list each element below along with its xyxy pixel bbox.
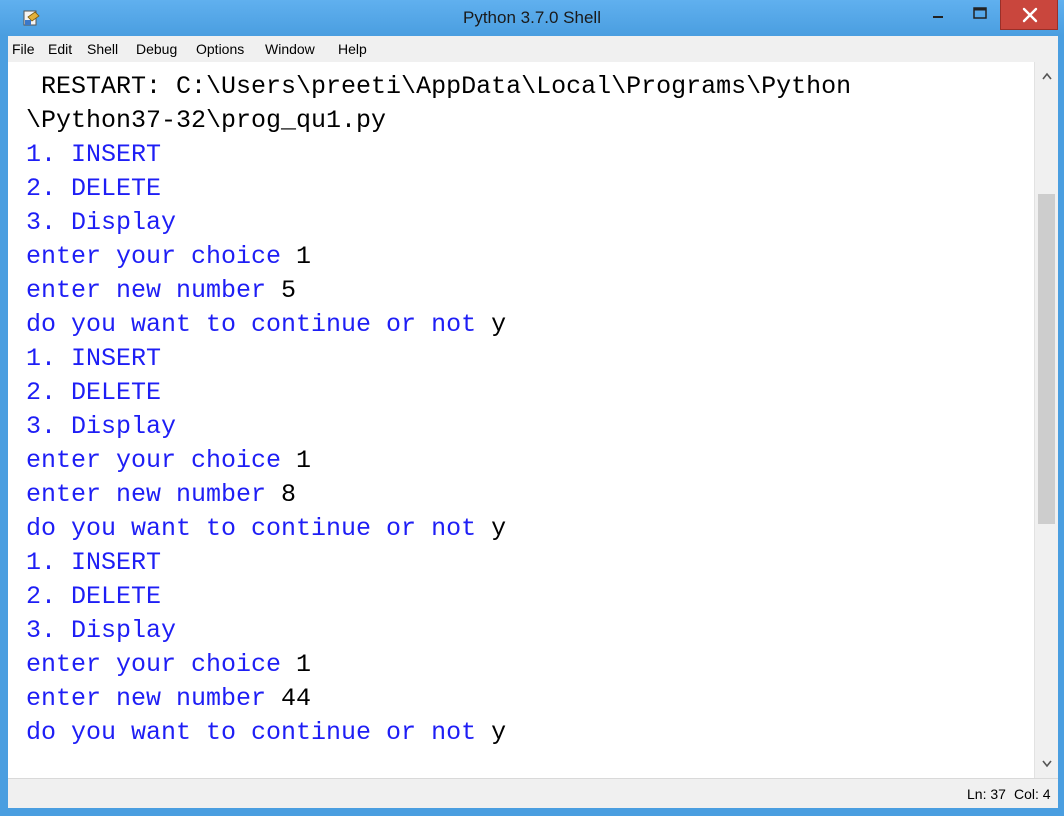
shell-line: enter your choice 1 — [26, 240, 311, 274]
shell-line: 3. Display — [26, 410, 176, 444]
program-output-text: 2. DELETE — [26, 378, 162, 407]
program-output-text: 3. Display — [26, 412, 177, 441]
program-output-text: enter your choice — [26, 650, 297, 679]
scroll-up-button[interactable] — [1035, 62, 1059, 90]
user-input-text: 44 — [281, 684, 312, 713]
program-output-text: 2. DELETE — [26, 174, 162, 203]
program-output-text: enter new number — [26, 684, 282, 713]
menu-options[interactable]: Options — [196, 36, 244, 62]
program-output-text: do you want to continue or not — [26, 514, 492, 543]
shell-line: do you want to continue or not y — [26, 308, 506, 342]
program-output-text: do you want to continue or not — [26, 310, 492, 339]
program-output-text: 3. Display — [26, 208, 177, 237]
shell-line: 2. DELETE — [26, 172, 161, 206]
program-output-text: 1. INSERT — [26, 344, 162, 373]
program-output-text: 1. INSERT — [26, 140, 162, 169]
vertical-scrollbar[interactable] — [1034, 62, 1058, 778]
shell-line: 2. DELETE — [26, 376, 161, 410]
status-bar: Ln: 37 Col: 4 — [8, 778, 1058, 808]
menu-window[interactable]: Window — [265, 36, 315, 62]
scroll-down-button[interactable] — [1035, 750, 1059, 778]
shell-line: enter your choice 1 — [26, 444, 311, 478]
menu-bar: File Edit Shell Debug Options Window Hel… — [8, 36, 1058, 62]
shell-text-area[interactable]: RESTART: C:\Users\preeti\AppData\Local\P… — [8, 62, 1034, 778]
shell-line: 2. DELETE — [26, 580, 161, 614]
minimize-icon — [933, 16, 943, 18]
shell-line: 3. Display — [26, 206, 176, 240]
user-input-text: 5 — [281, 276, 297, 305]
user-input-text: 1 — [296, 242, 312, 271]
scroll-thumb[interactable] — [1038, 194, 1055, 524]
user-input-text: y — [491, 718, 507, 747]
shell-line: enter your choice 1 — [26, 648, 311, 682]
close-button[interactable] — [1000, 0, 1058, 30]
line-number: Ln: 37 — [967, 786, 1006, 802]
close-icon — [1022, 7, 1038, 23]
title-bar[interactable]: Python 3.7.0 Shell — [0, 0, 1064, 36]
maximize-icon — [973, 7, 987, 19]
shell-line: enter new number 5 — [26, 274, 296, 308]
shell-line: 1. INSERT — [26, 138, 161, 172]
program-output-text: 3. Display — [26, 616, 177, 645]
chevron-up-icon — [1042, 72, 1052, 80]
program-output-text: enter new number — [26, 480, 282, 509]
menu-file[interactable]: File — [12, 36, 35, 62]
shell-line: 1. INSERT — [26, 342, 161, 376]
program-output-text: enter new number — [26, 276, 282, 305]
menu-shell[interactable]: Shell — [87, 36, 118, 62]
column-number: Col: 4 — [1014, 786, 1051, 802]
program-output-text: 1. INSERT — [26, 548, 162, 577]
restart-text: \Python37-32\prog_qu1.py — [26, 106, 387, 135]
shell-line: \Python37-32\prog_qu1.py — [26, 104, 386, 138]
shell-line: RESTART: C:\Users\preeti\AppData\Local\P… — [26, 70, 851, 104]
maximize-button[interactable] — [958, 0, 1002, 30]
menu-edit[interactable]: Edit — [48, 36, 72, 62]
window-title: Python 3.7.0 Shell — [463, 8, 601, 27]
shell-line: 1. INSERT — [26, 546, 161, 580]
chevron-down-icon — [1042, 760, 1052, 768]
restart-text: RESTART: C:\Users\preeti\AppData\Local\P… — [26, 72, 852, 101]
shell-line: do you want to continue or not y — [26, 716, 506, 750]
shell-line: 3. Display — [26, 614, 176, 648]
shell-line: do you want to continue or not y — [26, 512, 506, 546]
user-input-text: 1 — [296, 446, 312, 475]
user-input-text: 8 — [281, 480, 297, 509]
program-output-text: enter your choice — [26, 242, 297, 271]
shell-window: Python 3.7.0 Shell File Edit Shell Debug… — [0, 0, 1064, 816]
user-input-text: y — [491, 310, 507, 339]
user-input-text: y — [491, 514, 507, 543]
menu-debug[interactable]: Debug — [136, 36, 177, 62]
program-output-text: enter your choice — [26, 446, 297, 475]
program-output-text: do you want to continue or not — [26, 718, 492, 747]
menu-help[interactable]: Help — [338, 36, 367, 62]
shell-line: enter new number 8 — [26, 478, 296, 512]
minimize-button[interactable] — [916, 0, 960, 30]
shell-line: enter new number 44 — [26, 682, 311, 716]
program-output-text: 2. DELETE — [26, 582, 162, 611]
user-input-text: 1 — [296, 650, 312, 679]
